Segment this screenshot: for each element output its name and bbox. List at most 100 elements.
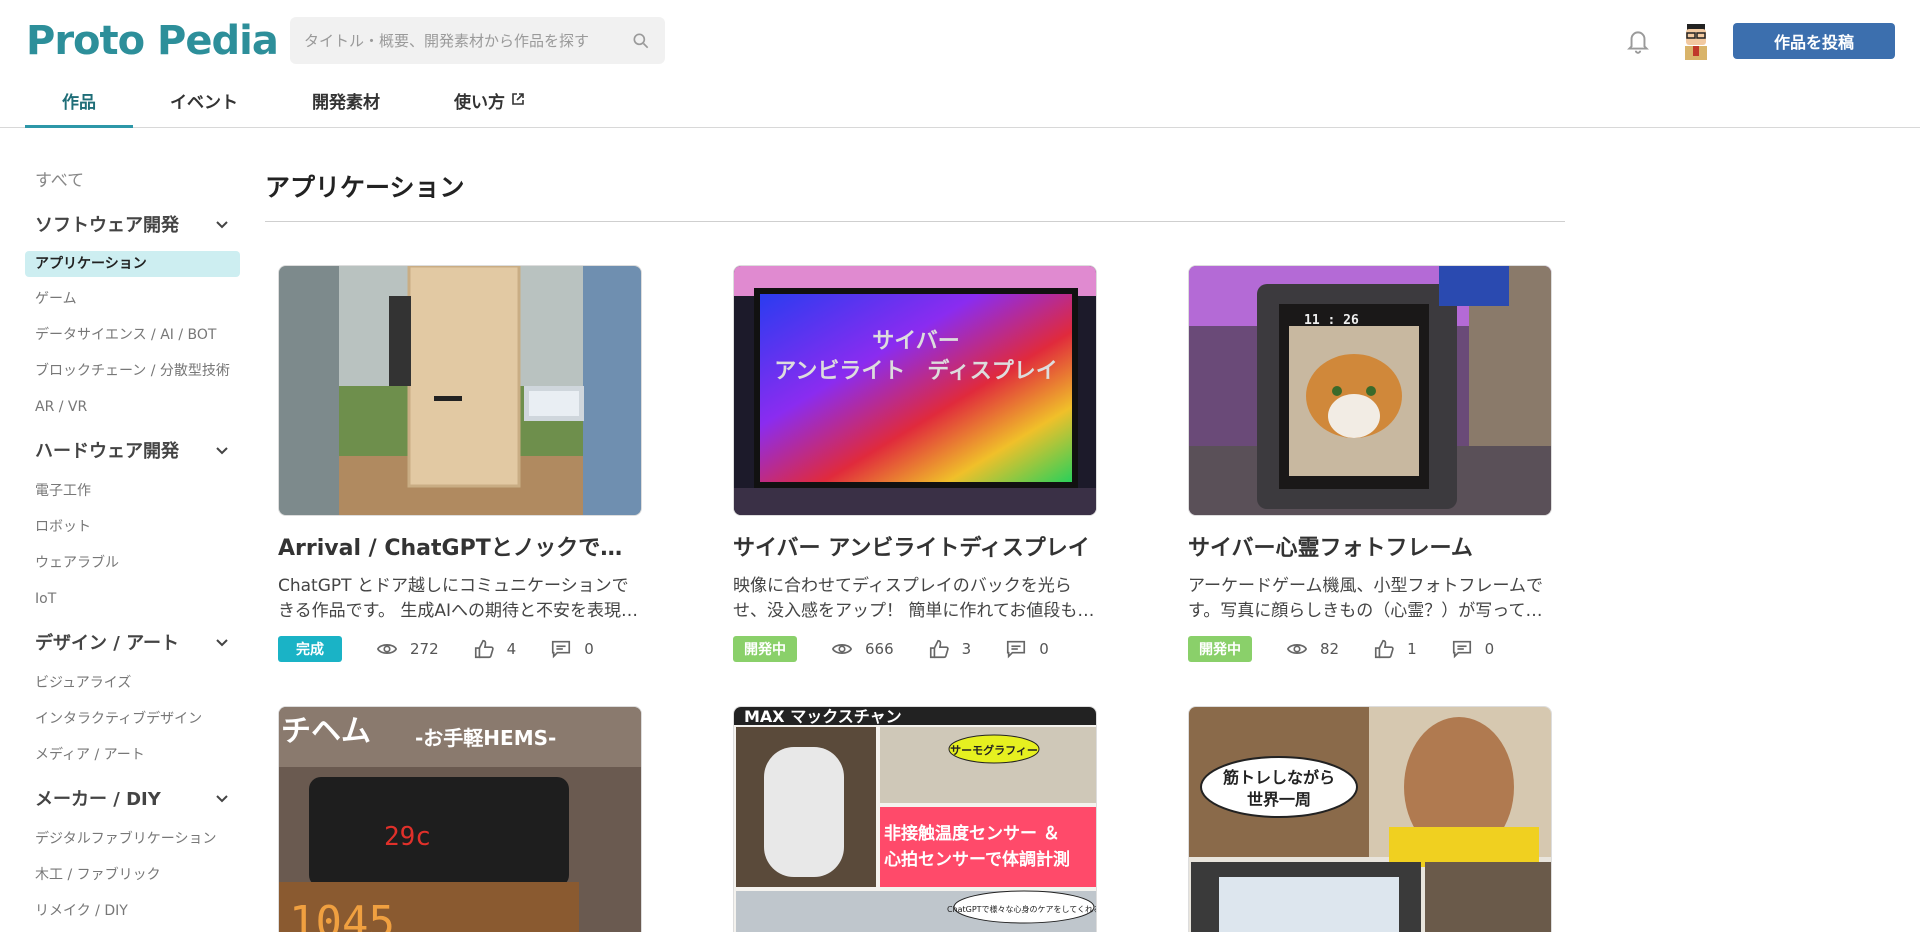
external-link-icon xyxy=(512,93,524,105)
thumbnail-caption: 11 : 26 xyxy=(1304,313,1359,328)
search-icon[interactable] xyxy=(631,31,651,51)
thumbnail-caption: ChatGPTで様々な心身のケアをしてくれる xyxy=(947,904,1097,914)
thumbnail-caption: 非接触温度センサー ＆ xyxy=(884,823,1060,844)
sidebar-item-arvr[interactable]: AR / VR xyxy=(25,389,240,425)
project-description: ChatGPT とドア越しにコミュニケーションできる作品です。 生成AIへの期待… xyxy=(278,576,639,621)
thumbs-up-icon[interactable] xyxy=(1373,638,1395,660)
comments-stat: 0 xyxy=(550,638,594,660)
search-input[interactable] xyxy=(304,31,631,50)
bell-icon[interactable] xyxy=(1625,27,1651,55)
sidebar-category-software[interactable]: ソフトウェア開発 xyxy=(25,199,240,247)
project-card[interactable]: チヘム -お手軽HEMS- 29c 1045 xyxy=(278,706,642,932)
sidebar-item-interactive-design[interactable]: インタラクティブデザイン xyxy=(25,701,240,737)
sidebar-category-label: ソフトウェア開発 xyxy=(35,215,179,236)
status-badge: 開発中 xyxy=(1188,636,1252,662)
likes-stat[interactable]: 4 xyxy=(473,638,517,660)
eye-icon xyxy=(831,644,853,654)
likes-count: 3 xyxy=(961,640,972,658)
thumbnail-caption: アンビライト ディスプレイ xyxy=(774,358,1058,384)
project-thumbnail[interactable]: サイバー アンビライト ディスプレイ xyxy=(733,265,1097,516)
project-thumbnail[interactable]: チヘム -お手軽HEMS- 29c 1045 xyxy=(278,706,642,932)
sidebar-item-electronics[interactable]: 電子工作 xyxy=(25,473,240,509)
likes-count: 1 xyxy=(1407,640,1417,658)
views-stat: 272 xyxy=(376,638,439,660)
sidebar-item-woodwork[interactable]: 木工 / ファブリック xyxy=(25,857,240,893)
project-thumbnail[interactable]: 11 : 26 xyxy=(1188,265,1552,516)
thumbnail-image xyxy=(279,266,641,515)
project-thumbnail[interactable] xyxy=(278,265,642,516)
divider xyxy=(265,221,1565,222)
tab-label: 使い方 xyxy=(454,93,505,113)
thumbnail-image: 筋トレしながら 世界一周 xyxy=(1189,707,1551,932)
sidebar-category-label: メーカー / DIY xyxy=(35,789,161,810)
likes-count: 4 xyxy=(506,640,517,658)
views-count: 82 xyxy=(1320,640,1340,658)
sidebar-item-game[interactable]: ゲーム xyxy=(25,281,240,317)
search-box[interactable] xyxy=(290,17,665,64)
views-count: 272 xyxy=(410,640,439,658)
comment-icon xyxy=(552,640,571,659)
comments-count: 0 xyxy=(1039,640,1049,658)
sidebar-item-blockchain[interactable]: ブロックチェーン / 分散型技術 xyxy=(25,353,240,389)
project-meta: 完成 272 4 0 xyxy=(278,636,642,662)
status-badge: 完成 xyxy=(278,636,342,662)
thumbs-up-icon[interactable] xyxy=(473,638,495,660)
post-button[interactable]: 作品を投稿 xyxy=(1733,23,1895,59)
thumbnail-image: チヘム -お手軽HEMS- 29c 1045 xyxy=(279,707,641,932)
sidebar-item-remake[interactable]: リメイク / DIY xyxy=(25,893,240,929)
sidebar-item-datascience[interactable]: データサイエンス / AI / BOT xyxy=(25,317,240,353)
project-card[interactable]: 筋トレしながら 世界一周 xyxy=(1188,706,1552,932)
tab-label: 開発素材 xyxy=(312,93,380,113)
chevron-down-icon[interactable] xyxy=(214,790,230,806)
sidebar-item-media-art[interactable]: メディア / アート xyxy=(25,737,240,773)
tab-label: イベント xyxy=(170,93,238,113)
logo[interactable]: Proto Pedia xyxy=(26,18,279,64)
avatar[interactable] xyxy=(1679,20,1713,60)
chevron-down-icon[interactable] xyxy=(214,216,230,232)
project-card[interactable]: Arrival / ChatGPTとノックでコミュニケーション ChatGPT … xyxy=(278,265,642,662)
tab-events[interactable]: イベント xyxy=(133,84,275,128)
project-card[interactable]: MAX マックスチャン サーモグラフィー 非接触温度センサー ＆ 心拍センサーで… xyxy=(733,706,1097,932)
sidebar-item-visualize[interactable]: ビジュアライズ xyxy=(25,665,240,701)
sidebar-category-design[interactable]: デザイン / アート xyxy=(25,617,240,665)
comment-icon xyxy=(1452,640,1471,659)
project-meta: 開発中 666 3 0 xyxy=(733,636,1097,662)
thumbnail-caption: 1045 xyxy=(289,897,395,932)
nav-tabs: 作品 イベント 開発素材 使い方 xyxy=(25,84,562,128)
category-sidebar: すべて ソフトウェア開発 アプリケーション ゲーム データサイエンス / AI … xyxy=(25,150,240,929)
comment-icon xyxy=(1007,640,1026,659)
chevron-down-icon[interactable] xyxy=(214,442,230,458)
views-count: 666 xyxy=(865,640,894,658)
project-card[interactable]: 11 : 26 サイバー心霊フォトフレーム アーケードゲーム機風、小型フォトフレ… xyxy=(1188,265,1552,662)
sidebar-item-all[interactable]: すべて xyxy=(25,150,240,199)
project-thumbnail[interactable]: MAX マックスチャン サーモグラフィー 非接触温度センサー ＆ 心拍センサーで… xyxy=(733,706,1097,932)
thumbnail-caption: 世界一周 xyxy=(1247,790,1311,809)
sidebar-item-application[interactable]: アプリケーション xyxy=(25,251,240,277)
sidebar-item-iot[interactable]: IoT xyxy=(25,581,240,617)
project-title[interactable]: サイバー心霊フォトフレーム xyxy=(1188,530,1552,562)
sidebar-category-maker[interactable]: メーカー / DIY xyxy=(25,773,240,821)
page-title: アプリケーション xyxy=(265,173,465,202)
project-title[interactable]: Arrival / ChatGPTとノックでコミュニケーション xyxy=(278,530,642,562)
sidebar-item-robot[interactable]: ロボット xyxy=(25,509,240,545)
project-card[interactable]: サイバー アンビライト ディスプレイ サイバー アンビライトディスプレイ 映像に… xyxy=(733,265,1097,662)
comments-count: 0 xyxy=(584,640,594,658)
project-thumbnail[interactable]: 筋トレしながら 世界一周 xyxy=(1188,706,1552,932)
thumbnail-caption: 29c xyxy=(384,822,431,852)
tab-works[interactable]: 作品 xyxy=(25,84,133,128)
views-stat: 82 xyxy=(1286,638,1339,660)
project-title[interactable]: サイバー アンビライトディスプレイ xyxy=(733,530,1097,562)
tab-materials[interactable]: 開発素材 xyxy=(275,84,417,128)
project-description: 映像に合わせてディスプレイのバックを光らせ、没入感をアップ！ 簡単に作れてお値段… xyxy=(733,576,1095,621)
likes-stat[interactable]: 3 xyxy=(928,638,972,660)
thumbnail-caption: サーモグラフィー xyxy=(950,743,1038,757)
chevron-down-icon[interactable] xyxy=(214,634,230,650)
sidebar-category-hardware[interactable]: ハードウェア開発 xyxy=(25,425,240,473)
sidebar-item-digital-fab[interactable]: デジタルファブリケーション xyxy=(25,821,240,857)
sidebar-item-wearable[interactable]: ウェアラブル xyxy=(25,545,240,581)
tab-howto[interactable]: 使い方 xyxy=(417,84,562,128)
project-description: アーケードゲーム機風、小型フォトフレームです。写真に顔らしきもの（心霊？）が写っ… xyxy=(1188,576,1543,621)
thumbs-up-icon[interactable] xyxy=(928,638,950,660)
thumbnail-caption: チヘム xyxy=(281,714,371,749)
likes-stat[interactable]: 1 xyxy=(1373,638,1417,660)
